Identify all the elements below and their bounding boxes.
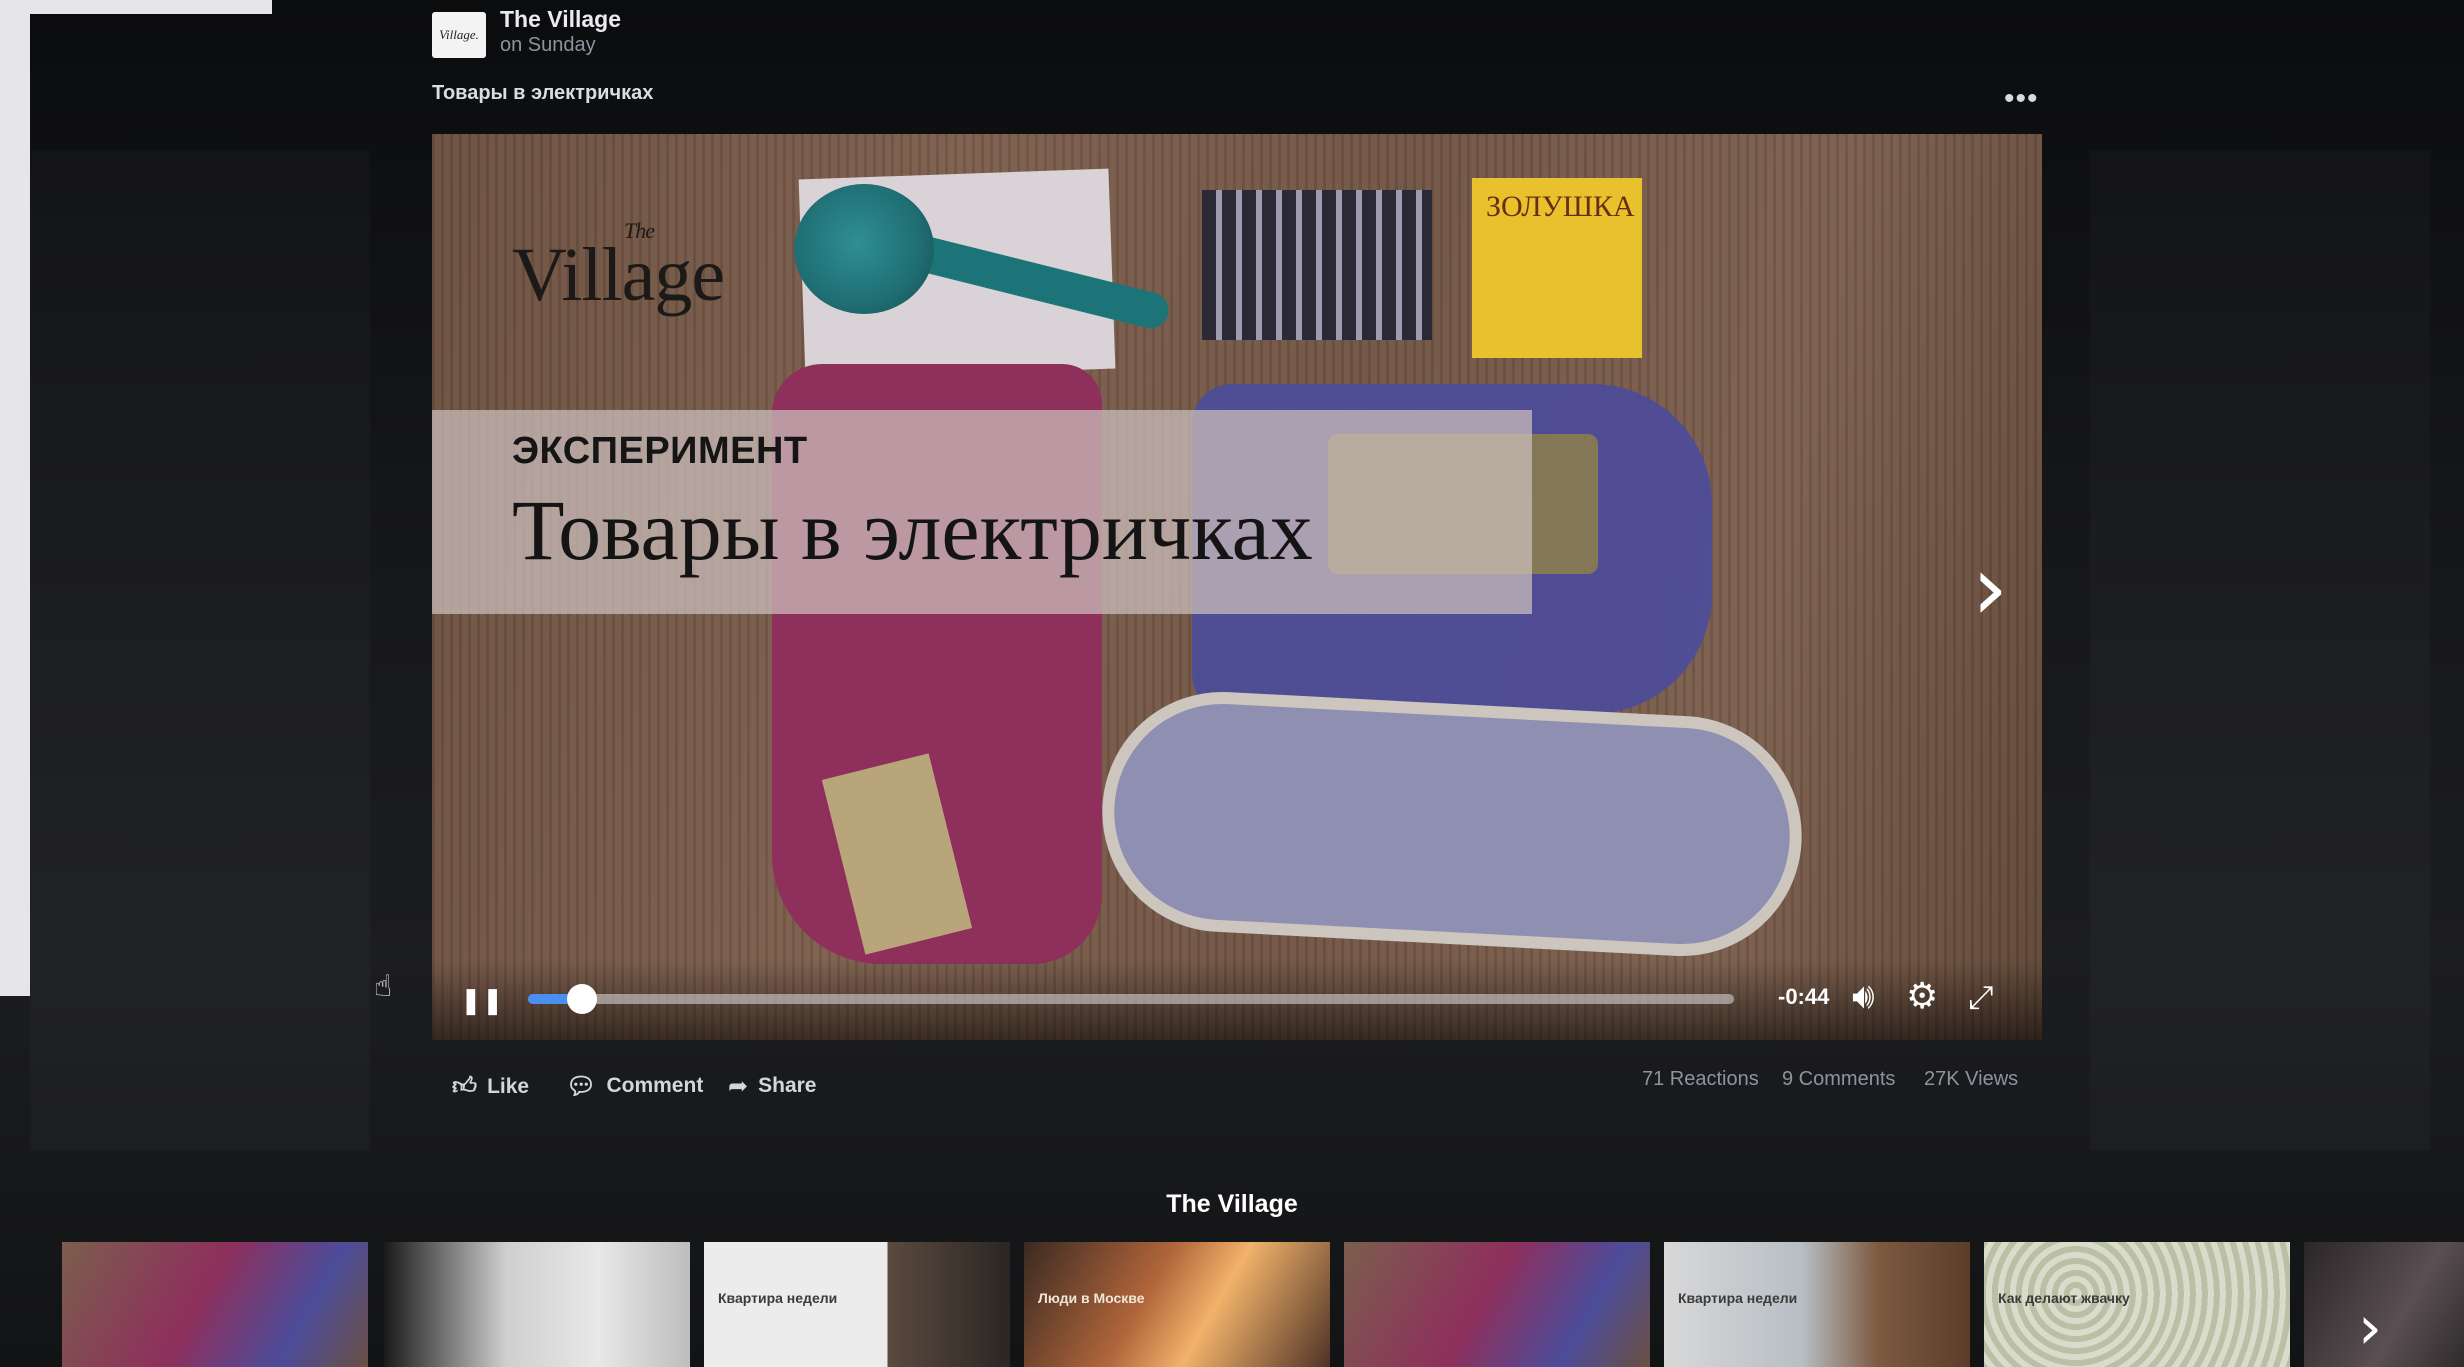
product-brush	[1202, 190, 1432, 340]
video-title: Товары в электричках	[512, 482, 1313, 578]
related-video-caption: Квартира недели	[718, 1290, 838, 1306]
share-arrow-icon: ➦	[728, 1072, 749, 1100]
brand-logo-text: Village	[512, 233, 725, 317]
related-section-title: The Village	[1166, 1190, 1298, 1218]
related-video-thumbnail[interactable]: Люди в Москве	[1024, 1242, 1330, 1367]
reactions-count[interactable]: 71 Reactions	[1642, 1068, 1759, 1091]
related-video-thumbnail[interactable]	[62, 1242, 368, 1367]
related-video-thumbnail[interactable]: Как делают жвачку	[1984, 1242, 2290, 1367]
background-left-column	[30, 150, 370, 1150]
related-video-caption: Люди в Москве	[1038, 1290, 1145, 1306]
brand-logo: The Village	[512, 218, 725, 319]
more-dots-icon[interactable]: •••	[2004, 84, 2039, 114]
fullscreen-icon[interactable]: ⤢	[1968, 976, 1994, 1018]
product-box-label: ЗОЛУШКА	[1486, 190, 1635, 223]
chevron-right-icon[interactable]: ›	[2358, 1298, 2382, 1358]
brand-logo-prefix: The	[624, 218, 655, 243]
video-viewer-overlay: ☝ Village. The Village on Sunday Товары …	[0, 0, 2464, 1367]
related-video-thumbnail[interactable]	[384, 1242, 690, 1367]
like-label: Like	[487, 1074, 530, 1098]
related-video-caption: Квартира недели	[1678, 1290, 1798, 1306]
video-kicker: ЭКСПЕРИМЕНТ	[512, 430, 808, 472]
product-magnifier	[794, 184, 934, 314]
chevron-right-icon[interactable]: ›	[1972, 544, 2008, 634]
related-video-thumbnail[interactable]: Квартира недели	[1664, 1242, 1970, 1367]
related-video-caption: Как делают жвачку	[1998, 1290, 2130, 1306]
page-avatar[interactable]: Village.	[432, 12, 486, 58]
progress-track[interactable]	[528, 984, 1734, 1014]
comment-label: Comment	[606, 1074, 704, 1097]
comment-icon: 💬︎	[566, 1072, 597, 1100]
video-controls: ❚❚ -0:44 🔊︎ ⚙ ⤢	[432, 960, 2042, 1040]
related-video-thumbnail[interactable]	[2304, 1242, 2464, 1367]
like-button[interactable]: 👍︎ Like	[452, 1072, 529, 1101]
product-insole	[1096, 685, 1808, 963]
post-timestamp[interactable]: on Sunday	[500, 34, 596, 57]
background-page-edge-top	[30, 0, 272, 14]
thumbs-up-icon: 👍︎	[452, 1072, 478, 1100]
hand-cursor-icon: ☝	[374, 970, 393, 1003]
progress-knob[interactable]	[567, 984, 598, 1014]
pause-icon[interactable]: ❚❚	[460, 982, 504, 1018]
time-remaining: -0:44	[1778, 984, 1830, 1009]
views-count: 27K Views	[1924, 1068, 2019, 1090]
comments-count[interactable]: 9 Comments	[1782, 1068, 1895, 1091]
post-text: Товары в электричках	[432, 82, 654, 104]
background-page-edge	[0, 0, 30, 996]
volume-icon[interactable]: 🔊︎	[1852, 976, 1875, 1018]
related-video-thumbnail[interactable]	[1344, 1242, 1650, 1367]
comment-button[interactable]: 💬︎ Comment	[566, 1072, 703, 1100]
share-label: Share	[758, 1074, 817, 1097]
share-button[interactable]: ➦ Share	[728, 1072, 816, 1100]
background-right-column	[2090, 150, 2430, 1150]
related-video-thumbnail[interactable]: Квартира недели	[704, 1242, 1010, 1367]
gear-icon[interactable]: ⚙	[1906, 976, 1938, 1018]
video-player[interactable]: ЗОЛУШКА The Village ЭКСПЕРИМЕНТ Товары в…	[432, 134, 2042, 1040]
page-name-link[interactable]: The Village	[500, 6, 621, 33]
